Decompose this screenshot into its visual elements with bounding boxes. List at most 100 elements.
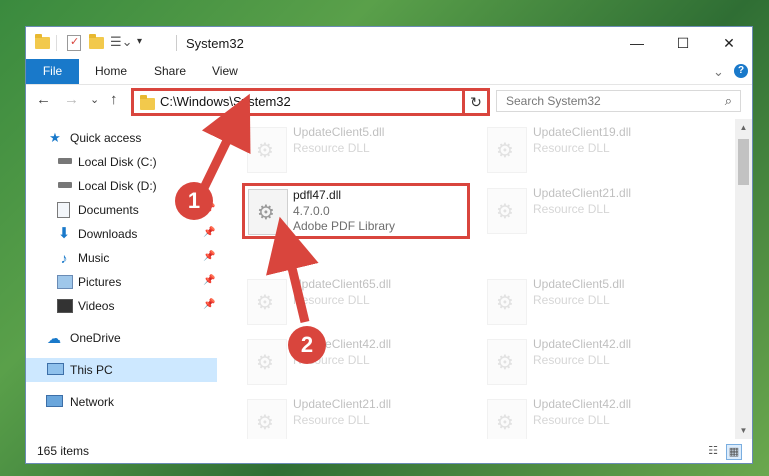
scroll-up-arrow-icon[interactable]: ▲ <box>735 119 752 136</box>
sidebar-item-label: Downloads <box>78 227 138 241</box>
dll-file-icon <box>247 339 287 385</box>
dll-file-icon <box>247 399 287 439</box>
file-type: Resource DLL <box>533 293 610 307</box>
new-folder-icon[interactable] <box>89 34 104 49</box>
title-bar: ✓ ☰⌄ ▾ System32 — ☐ ✕ <box>26 27 752 59</box>
tab-home[interactable]: Home <box>95 59 127 84</box>
maximize-button[interactable]: ☐ <box>660 27 706 59</box>
dll-file-icon <box>487 399 527 439</box>
pin-icon[interactable]: 📌 <box>203 275 215 286</box>
file-version: 4.7.0.0 <box>293 204 330 218</box>
file-item[interactable]: UpdateClient65.dll Resource DLL <box>243 273 473 325</box>
sidebar-item-pictures[interactable]: Pictures 📌 <box>26 270 217 294</box>
pin-icon[interactable]: 📌 <box>203 251 215 262</box>
computer-icon <box>47 363 64 375</box>
file-name: UpdateClient21.dll <box>533 186 632 200</box>
sidebar-item-label: Network <box>70 395 115 409</box>
refresh-button[interactable]: ↻ <box>462 88 490 116</box>
file-item-pdfl47-highlighted[interactable]: pdfl47.dll 4.7.0.0 Adobe PDF Library <box>242 183 470 239</box>
sidebar-item-this-pc[interactable]: This PC <box>26 358 217 382</box>
file-name: UpdateClient65.dll <box>293 277 392 291</box>
sidebar-item-label: Documents <box>78 203 139 217</box>
up-button[interactable]: ↑ <box>110 91 118 108</box>
dll-file-icon <box>487 188 527 234</box>
recent-locations-button[interactable]: ⌄ <box>90 93 99 106</box>
file-item[interactable]: UpdateClient42.dll Resource DLL <box>243 333 473 385</box>
file-type: Resource DLL <box>293 293 370 307</box>
sidebar-item-music[interactable]: ♪ Music 📌 <box>26 246 217 270</box>
customize-toolbar-icon[interactable]: ☰⌄ <box>110 34 133 50</box>
toolbar-separator <box>56 35 57 51</box>
dll-file-icon <box>248 189 288 235</box>
address-row: ← → ⌄ ↑ C:\Windows\System32 ⌄ ↻ Search S… <box>26 85 752 117</box>
sidebar-item-onedrive[interactable]: ☁ OneDrive <box>26 326 217 350</box>
details-view-icon[interactable]: ☷ <box>706 444 720 458</box>
scroll-thumb[interactable] <box>738 139 749 185</box>
dll-file-icon <box>247 127 287 173</box>
search-icon: ⌕ <box>724 93 732 108</box>
pictures-icon <box>57 275 73 289</box>
file-type: Resource DLL <box>533 413 610 427</box>
file-item[interactable]: UpdateClient21.dll Resource DLL <box>243 393 473 439</box>
music-icon: ♪ <box>60 250 68 266</box>
address-path: C:\Windows\System32 <box>160 94 291 109</box>
dll-file-icon <box>247 279 287 325</box>
file-item[interactable]: UpdateClient5.dll Resource DLL <box>483 273 713 325</box>
dropdown-arrow-icon[interactable]: ▾ <box>137 36 142 52</box>
network-icon <box>46 395 63 407</box>
minimize-button[interactable]: — <box>614 27 660 59</box>
file-name: pdfl47.dll <box>293 188 342 202</box>
file-item[interactable]: UpdateClient42.dll Resource DLL <box>483 333 713 385</box>
scroll-down-arrow-icon[interactable]: ▼ <box>735 422 752 439</box>
sidebar-item-label: Music <box>78 251 110 265</box>
close-button[interactable]: ✕ <box>706 27 752 59</box>
sidebar-item-label: Quick access <box>70 131 142 145</box>
file-list: UpdateClient5.dll Resource DLL pdfl47.dl… <box>218 119 734 439</box>
tab-view[interactable]: View <box>212 59 238 84</box>
sidebar-item-local-disk-c[interactable]: Local Disk (C:) <box>26 150 217 174</box>
file-type: Resource DLL <box>533 353 610 367</box>
download-icon: ⬇ <box>57 225 71 242</box>
file-name: UpdateClient42.dll <box>533 337 632 351</box>
file-item[interactable]: UpdateClient5.dll Resource DLL <box>243 121 473 173</box>
file-name: UpdateClient5.dll <box>293 125 385 139</box>
tab-file[interactable]: File <box>26 59 79 84</box>
file-type: Resource DLL <box>293 141 370 155</box>
drive-icon <box>58 158 72 164</box>
sidebar-item-label: Videos <box>78 299 115 313</box>
pin-icon[interactable]: 📌 <box>203 227 215 238</box>
vertical-scrollbar[interactable]: ▲ ▼ <box>735 119 752 439</box>
sidebar-item-quick-access[interactable]: ★ Quick access <box>26 126 217 150</box>
videos-icon <box>57 299 73 313</box>
file-item[interactable]: UpdateClient42.dll Resource DLL <box>483 393 713 439</box>
title-separator <box>176 35 177 51</box>
sidebar-item-network[interactable]: Network <box>26 390 217 414</box>
address-bar[interactable]: C:\Windows\System32 <box>131 88 490 116</box>
help-icon[interactable]: ? <box>734 64 748 78</box>
file-name: UpdateClient5.dll <box>533 277 625 291</box>
tiles-view-icon[interactable]: ▦ <box>726 444 742 460</box>
back-button[interactable]: ← <box>36 91 51 108</box>
forward-button[interactable]: → <box>64 91 79 108</box>
star-icon: ★ <box>49 130 61 145</box>
cloud-icon: ☁ <box>47 330 61 346</box>
search-placeholder: Search System32 <box>506 94 601 108</box>
pin-icon[interactable]: 📌 <box>203 299 215 310</box>
file-item[interactable]: UpdateClient19.dll Resource DLL <box>483 121 713 173</box>
search-input[interactable]: Search System32 ⌕ <box>496 90 741 112</box>
dll-file-icon <box>487 279 527 325</box>
sidebar-item-label: Pictures <box>78 275 122 289</box>
dll-file-icon <box>487 127 527 173</box>
folder-icon <box>140 95 155 110</box>
sidebar-item-videos[interactable]: Videos 📌 <box>26 294 217 318</box>
file-description: Adobe PDF Library <box>293 219 396 233</box>
tab-share[interactable]: Share <box>154 59 186 84</box>
expand-ribbon-icon[interactable]: ⌄ <box>713 59 724 84</box>
sidebar-item-downloads[interactable]: ⬇ Downloads 📌 <box>26 222 217 246</box>
file-item[interactable]: UpdateClient21.dll Resource DLL <box>483 182 713 234</box>
file-name: UpdateClient19.dll <box>533 125 632 139</box>
sidebar-item-label: OneDrive <box>70 331 121 345</box>
navigation-pane: ★ Quick access Local Disk (C:) Local Dis… <box>26 119 217 439</box>
file-name: UpdateClient21.dll <box>293 397 392 411</box>
properties-icon[interactable]: ✓ <box>67 35 81 51</box>
